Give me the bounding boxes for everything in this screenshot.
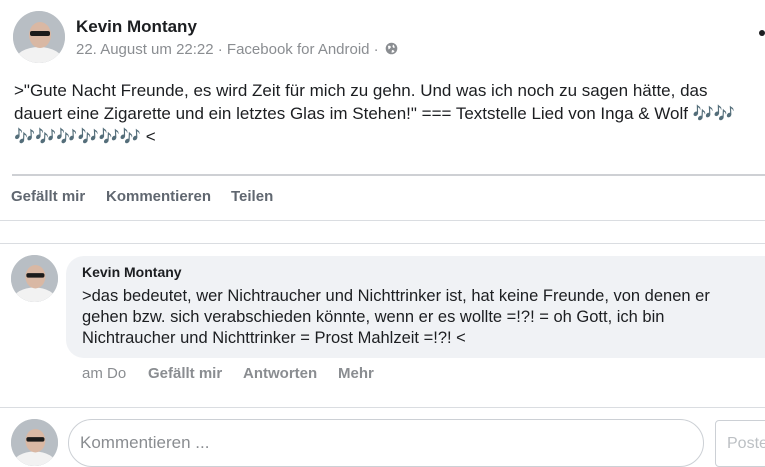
comment-text-line: >das bedeutet, wer Nichtraucher und Nich… <box>82 287 710 305</box>
comment-text: >das bedeutet, wer Nichtraucher und Nich… <box>82 286 710 349</box>
user-avatar <box>11 419 58 466</box>
comment-reply-button[interactable]: Antworten <box>243 365 317 382</box>
comment-bubble: Kevin Montany >das bedeutet, wer Nichtra… <box>66 256 765 358</box>
comment-text-line: Nichtraucher und Nichttrinker = Prost Ma… <box>82 329 466 347</box>
globe-icon <box>385 42 398 59</box>
post-meta: 22. August um 22:22 · Facebook for Andro… <box>76 41 398 59</box>
post-text-line: dauert eine Zigarette und ein letztes Gl… <box>14 104 736 123</box>
post-text-line: 🎶🎶🎶🎶🎶🎶 < <box>14 127 156 146</box>
comment-text-line: gehen bzw. sich verabschieden könnte, we… <box>82 308 665 326</box>
post-text-line: >"Gute Nacht Freunde, es wird Zeit für m… <box>14 81 708 100</box>
post-text: >"Gute Nacht Freunde, es wird Zeit für m… <box>14 79 765 148</box>
comment-button[interactable]: Kommentieren <box>106 188 211 205</box>
divider <box>0 220 765 221</box>
author-avatar[interactable] <box>13 11 65 63</box>
post-author-name[interactable]: Kevin Montany <box>76 17 197 37</box>
more-icon[interactable] <box>759 30 765 36</box>
comment-input[interactable] <box>68 419 704 467</box>
comment-like-button[interactable]: Gefällt mir <box>148 365 222 382</box>
divider <box>12 174 765 176</box>
divider <box>0 407 765 408</box>
share-button[interactable]: Teilen <box>231 188 273 205</box>
post-comment-button[interactable]: Poste <box>715 420 765 467</box>
comment-timestamp[interactable]: am Do <box>82 365 126 382</box>
comment-author-name[interactable]: Kevin Montany <box>82 264 182 280</box>
divider <box>0 243 765 244</box>
comment-more-button[interactable]: Mehr <box>338 365 374 382</box>
commenter-avatar[interactable] <box>11 255 58 302</box>
like-button[interactable]: Gefällt mir <box>11 188 85 205</box>
post-timestamp[interactable]: 22. August um 22:22 · Facebook for Andro… <box>76 41 379 58</box>
